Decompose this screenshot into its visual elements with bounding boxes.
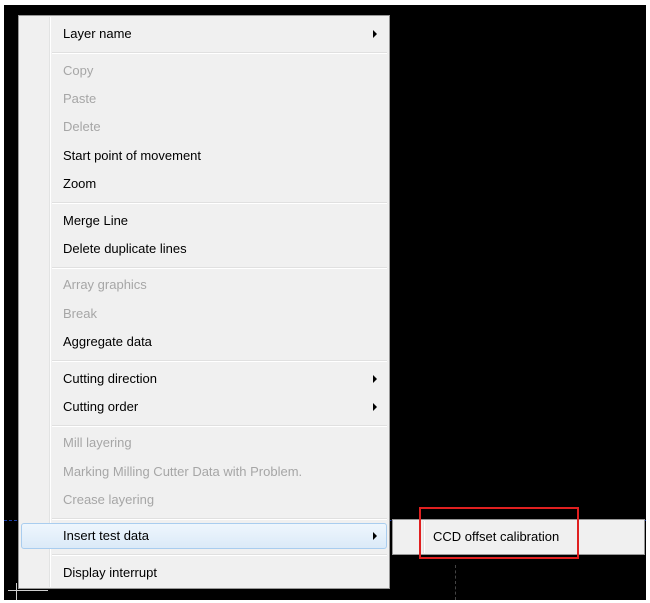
- menu-separator: [52, 425, 387, 427]
- guide-line-vertical: [455, 565, 457, 600]
- menu-item-label: Paste: [63, 91, 97, 106]
- menu-separator: [52, 267, 387, 269]
- menu-item-break: Break: [21, 301, 387, 327]
- menu-item-label: Start point of movement: [63, 148, 202, 163]
- annotation-highlight-box: [419, 507, 579, 559]
- menu-item-cutting-direction[interactable]: Cutting direction: [21, 366, 387, 392]
- menu-item-delete-duplicate-lines[interactable]: Delete duplicate lines: [21, 236, 387, 262]
- menu-separator: [52, 518, 387, 520]
- menu-item-paste: Paste: [21, 86, 387, 112]
- menu-item-cutting-order[interactable]: Cutting order: [21, 394, 387, 420]
- menu-item-label: Marking Milling Cutter Data with Problem…: [63, 464, 303, 479]
- menu-item-label: Insert test data: [63, 528, 149, 543]
- menu-item-start-point-of-movement[interactable]: Start point of movement: [21, 143, 387, 169]
- menu-item-label: Mill layering: [63, 435, 132, 450]
- menu-item-label: Array graphics: [63, 277, 147, 292]
- menu-item-label: Aggregate data: [63, 334, 152, 349]
- menu-item-merge-line[interactable]: Merge Line: [21, 208, 387, 234]
- menu-item-display-interrupt[interactable]: Display interrupt: [21, 560, 387, 586]
- menu-item-label: Layer name: [63, 26, 132, 41]
- menu-item-label: Cutting direction: [63, 371, 157, 386]
- menu-item-label: Cutting order: [63, 399, 139, 414]
- menu-item-insert-test-data[interactable]: Insert test data: [21, 523, 387, 549]
- context-menu: Layer name Copy Paste Delete Start point…: [18, 15, 390, 589]
- menu-item-array-graphics: Array graphics: [21, 272, 387, 298]
- menu-item-label: Merge Line: [63, 213, 129, 228]
- chevron-right-icon: [373, 403, 377, 411]
- crosshair-vertical: [16, 583, 17, 600]
- menu-item-delete: Delete: [21, 114, 387, 140]
- menu-separator: [52, 360, 387, 362]
- menu-item-mill-layering: Mill layering: [21, 430, 387, 456]
- menu-item-aggregate-data[interactable]: Aggregate data: [21, 329, 387, 355]
- menu-item-label: Copy: [63, 63, 94, 78]
- menu-item-zoom[interactable]: Zoom: [21, 171, 387, 197]
- menu-separator: [52, 52, 387, 54]
- chevron-right-icon: [373, 30, 377, 38]
- menu-item-copy: Copy: [21, 58, 387, 84]
- menu-item-label: Break: [63, 306, 97, 321]
- menu-item-layer-name[interactable]: Layer name: [21, 21, 387, 47]
- menu-item-crease-layering: Crease layering: [21, 487, 387, 513]
- menu-item-label: Display interrupt: [63, 565, 157, 580]
- crosshair-horizontal: [8, 590, 48, 591]
- menu-item-label: Zoom: [63, 176, 97, 191]
- menu-separator: [52, 202, 387, 204]
- menu-item-label: Crease layering: [63, 492, 155, 507]
- menu-separator: [52, 554, 387, 556]
- menu-item-label: Delete duplicate lines: [63, 241, 187, 256]
- chevron-right-icon: [373, 532, 377, 540]
- chevron-right-icon: [373, 375, 377, 383]
- menu-item-marking-milling-cutter-data: Marking Milling Cutter Data with Problem…: [21, 459, 387, 485]
- menu-item-label: Delete: [63, 119, 101, 134]
